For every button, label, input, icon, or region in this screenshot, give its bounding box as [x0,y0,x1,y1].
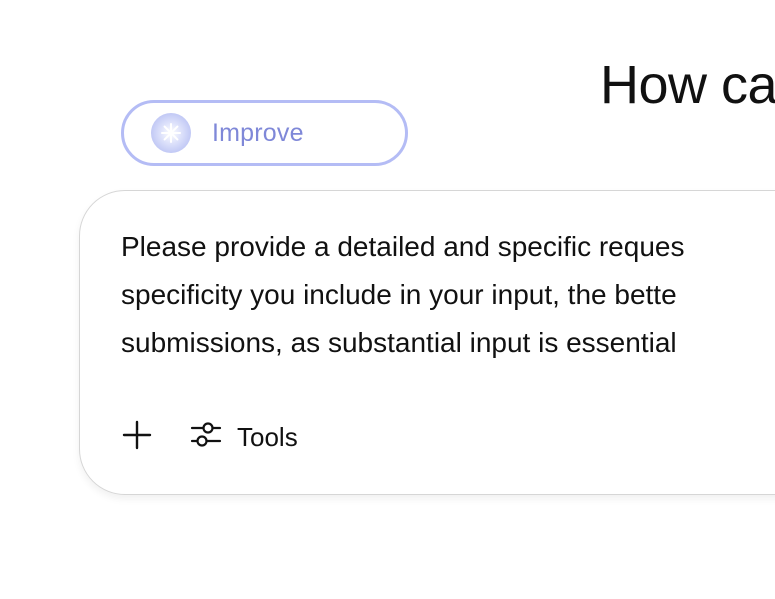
composer-toolbar: Tools [120,419,298,456]
tools-label: Tools [237,422,298,452]
page-heading: How ca [600,55,775,115]
sparkle-icon [151,113,191,153]
prompt-input[interactable]: Please provide a detailed and specific r… [121,223,775,367]
prompt-line: specificity you include in your input, t… [121,279,677,310]
prompt-composer[interactable]: Please provide a detailed and specific r… [79,190,775,495]
improve-label: Improve [212,118,304,147]
tools-button[interactable]: Tools [190,419,298,456]
improve-button[interactable]: Improve [121,100,408,166]
plus-icon [121,419,153,456]
app-canvas: How ca Improve Please provide a detailed… [0,0,775,599]
add-attachment-button[interactable] [120,419,154,456]
sliders-icon [190,419,222,456]
prompt-line: submissions, as substantial input is ess… [121,327,677,358]
prompt-line: Please provide a detailed and specific r… [121,231,685,262]
